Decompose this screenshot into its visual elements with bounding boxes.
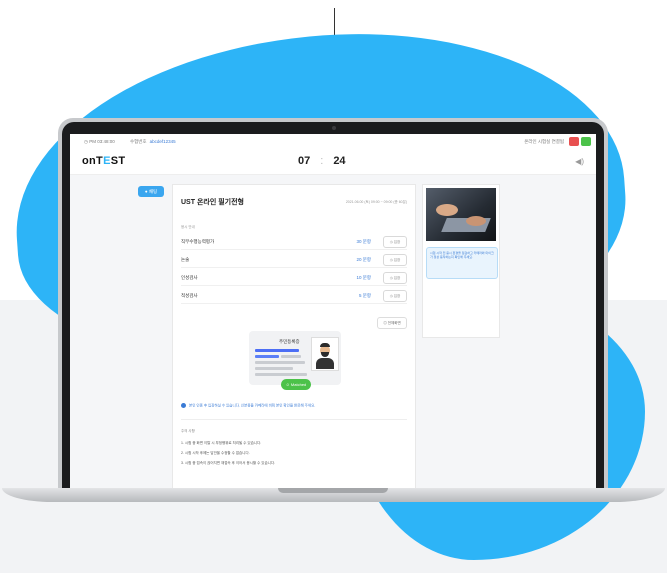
exam-panel: UST 온라인 필기전형 2021.06.00 (토) 09:00 ~ 09:0… bbox=[172, 184, 416, 488]
enter-button[interactable]: ◷ 입장 bbox=[383, 254, 407, 266]
enter-button-label: 입장 bbox=[393, 258, 401, 262]
logo-accent-letter: E bbox=[103, 155, 111, 167]
info-icon bbox=[181, 403, 186, 408]
subject-row: 인성검사 10 문항 ◷ 입장 bbox=[181, 271, 407, 286]
note-number: 1. bbox=[181, 441, 184, 445]
subject-time: 30 문항 bbox=[356, 239, 371, 244]
exam-title: UST 온라인 필기전형 bbox=[181, 199, 244, 206]
user-id: abcdef12345 bbox=[149, 139, 176, 144]
note-text: 시험 중 접속이 끊어지면 재접속 후 이어서 응시할 수 있습니다. bbox=[184, 461, 276, 465]
enter-button-label: 입장 bbox=[393, 276, 401, 280]
power-icon[interactable] bbox=[581, 137, 591, 146]
laptop-notch bbox=[278, 488, 388, 493]
note-number: 2. bbox=[181, 451, 184, 455]
fullscreen-button[interactable]: ◎ 전체화면 bbox=[377, 317, 407, 329]
enter-button[interactable]: ◷ 입장 bbox=[383, 290, 407, 302]
note-text: 시험 시작 후에는 답안을 수정할 수 없습니다. bbox=[184, 451, 250, 455]
clock-text: ◷ PM 03:48:00 bbox=[84, 139, 115, 144]
timer-minutes: 07 bbox=[298, 155, 311, 167]
enter-button[interactable]: ◷ 입장 bbox=[383, 272, 407, 284]
note-number: 3. bbox=[181, 461, 184, 465]
person-hair bbox=[320, 343, 330, 347]
id-card-line bbox=[255, 361, 305, 364]
clock-value: PM 03:48:00 bbox=[89, 139, 115, 144]
chat-button[interactable]: ● 채팅 bbox=[138, 186, 164, 197]
fullscreen-label: 전체화면 bbox=[387, 321, 401, 325]
id-card-line bbox=[255, 349, 299, 352]
exam-date: 2021.06.00 (토) 09:00 ~ 09:00 (총 60분) bbox=[345, 200, 407, 204]
side-panel: 시험 시작 전 응시 환경을 점검하고 카메라와 마이크가 정상 동작하는지 확… bbox=[422, 184, 500, 338]
logo-text: onTEST bbox=[82, 155, 126, 167]
laptop-screen: ◷ PM 03:48:00 수험번호 abcdef12345 온라인 시험실 연결… bbox=[70, 134, 596, 488]
speaker-icon[interactable]: ◀) bbox=[575, 157, 584, 166]
user-label: 수험번호 bbox=[130, 139, 147, 144]
subject-name: 논술 bbox=[181, 257, 190, 262]
person-beard bbox=[321, 352, 329, 357]
note-item: 1. 시험 중 화면 이탈 시 부정행위로 처리될 수 있습니다. bbox=[181, 441, 261, 446]
subject-row: 직무수행능력평가 30 문항 ◷ 입장 bbox=[181, 235, 407, 250]
app-header: onTEST 07:24 ◀) bbox=[70, 150, 596, 175]
status-bar: ◷ PM 03:48:00 수험번호 abcdef12345 온라인 시험실 연결… bbox=[70, 134, 596, 151]
section-label: 응시 안내 bbox=[181, 225, 195, 229]
notes-header: 주의 사항 bbox=[181, 429, 195, 433]
enter-button-label: 입장 bbox=[393, 240, 401, 244]
exam-timer: 07:24 bbox=[298, 155, 346, 167]
chat-button-label: 채팅 bbox=[148, 189, 158, 194]
subject-time: 5 문항 bbox=[358, 293, 371, 298]
note-text: 시험 중 화면 이탈 시 부정행위로 처리될 수 있습니다. bbox=[184, 441, 262, 445]
subject-name: 적성검사 bbox=[181, 293, 198, 298]
side-notice: 시험 시작 전 응시 환경을 점검하고 카메라와 마이크가 정상 동작하는지 확… bbox=[426, 247, 498, 279]
id-card-line bbox=[255, 355, 279, 358]
record-icon[interactable] bbox=[569, 137, 579, 146]
enter-button-label: 입장 bbox=[393, 294, 401, 298]
timer-seconds: 24 bbox=[333, 155, 346, 167]
connection-status: 온라인 시험실 연결됨 bbox=[524, 139, 564, 144]
matched-label: Matched bbox=[290, 382, 307, 387]
id-photo bbox=[311, 337, 339, 371]
user-info: 수험번호 abcdef12345 bbox=[130, 139, 176, 145]
id-card-line bbox=[281, 355, 301, 358]
subject-row: 적성검사 5 문항 ◷ 입장 bbox=[181, 289, 407, 304]
id-card-title: 주민등록증 bbox=[279, 339, 300, 344]
subject-row: 논술 20 문항 ◷ 입장 bbox=[181, 253, 407, 268]
subject-name: 인성검사 bbox=[181, 275, 198, 280]
timer-separator: : bbox=[320, 155, 324, 167]
matched-badge: ☺ Matched bbox=[281, 379, 311, 390]
note-item: 3. 시험 중 접속이 끊어지면 재접속 후 이어서 응시할 수 있습니다. bbox=[181, 461, 275, 466]
hand-shape bbox=[436, 204, 458, 216]
subject-name: 직무수행능력평가 bbox=[181, 239, 215, 244]
laptop-photo bbox=[426, 188, 496, 241]
enter-button[interactable]: ◷ 입장 bbox=[383, 236, 407, 248]
id-card-illustration: 주민등록증 bbox=[249, 331, 341, 385]
info-text: 본인 인증 후 입장하실 수 있습니다. 신분증을 카메라에 비춰 본인 확인을… bbox=[189, 403, 316, 408]
id-card-line bbox=[255, 367, 293, 370]
subject-time: 10 문항 bbox=[356, 275, 371, 280]
person-body bbox=[316, 358, 334, 369]
id-card-line bbox=[255, 373, 307, 376]
divider bbox=[181, 419, 407, 420]
logo: onTEST bbox=[82, 155, 125, 167]
subject-time: 20 문항 bbox=[356, 257, 371, 262]
note-item: 2. 시험 시작 후에는 답안을 수정할 수 없습니다. bbox=[181, 451, 250, 456]
info-notice: 본인 인증 후 입장하실 수 있습니다. 신분증을 카메라에 비춰 본인 확인을… bbox=[181, 403, 315, 408]
hand-shape bbox=[466, 216, 486, 226]
camera-icon bbox=[332, 126, 336, 130]
